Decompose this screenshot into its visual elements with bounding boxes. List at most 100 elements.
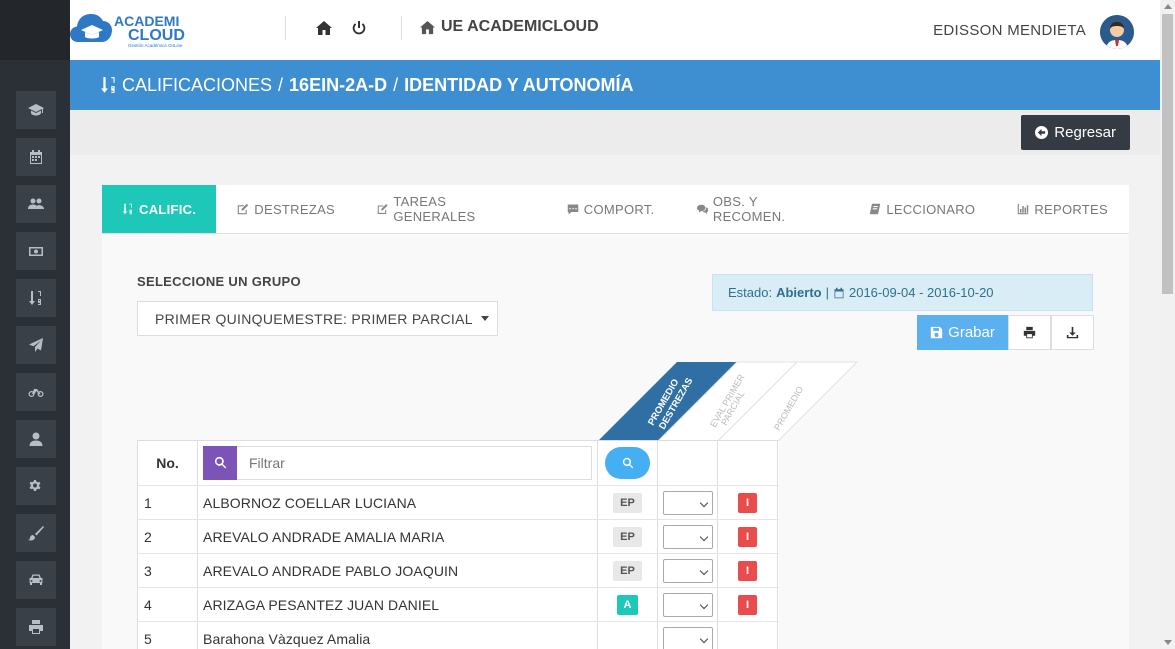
status-date-range: 2016-09-04 - 2016-10-20 bbox=[848, 285, 994, 300]
comments-icon bbox=[696, 204, 708, 214]
status-label: Estado: bbox=[728, 285, 773, 300]
table-row: 2 AREVALO ANDRADE AMALIA MARIA EP I bbox=[137, 520, 779, 554]
scroll-down-arrow-icon[interactable] bbox=[1164, 640, 1172, 645]
eval-cell bbox=[658, 520, 718, 553]
tab-label: TAREAS GENERALES bbox=[393, 194, 476, 224]
back-button[interactable]: Regresar bbox=[1021, 115, 1130, 150]
money-icon bbox=[29, 247, 43, 256]
download-icon bbox=[1066, 326, 1079, 339]
user-name[interactable]: EDISSON MENDIETA bbox=[933, 22, 1086, 39]
eval-cell bbox=[658, 622, 718, 649]
column-headers-diagonal: PROMEDIO DESTREZAS EVAL PRIMER PARCIAL P… bbox=[597, 361, 859, 442]
group-label: SELECCIONE UN GRUPO bbox=[137, 274, 301, 289]
floppy-disk-icon bbox=[930, 326, 943, 339]
table-row: 5 Barahona Vàzquez Amalia bbox=[137, 622, 779, 649]
action-bar: Regresar bbox=[70, 110, 1160, 155]
student-number: 1 bbox=[137, 486, 198, 519]
sidebar-item-calendar[interactable] bbox=[16, 138, 56, 176]
sort-numeric-icon bbox=[122, 203, 132, 215]
skills-badge: EP bbox=[613, 560, 642, 581]
home-icon[interactable] bbox=[316, 20, 332, 36]
skills-average-cell: A bbox=[598, 588, 658, 621]
grades-table: No. 1 ALBORNOZ COELLAR LUCIANA EP bbox=[137, 440, 779, 649]
vertical-scrollbar[interactable] bbox=[1160, 0, 1175, 649]
filter-input[interactable] bbox=[237, 455, 577, 471]
arrow-circle-left-icon bbox=[1035, 126, 1049, 139]
bar-chart-icon bbox=[1018, 203, 1029, 215]
skills-badge: A bbox=[616, 594, 639, 615]
bicycle-icon bbox=[28, 389, 44, 397]
scrollbar-thumb[interactable] bbox=[1162, 14, 1173, 294]
header-cell-empty bbox=[718, 441, 778, 485]
tab-destrezas[interactable]: DESTREZAS bbox=[216, 185, 356, 233]
student-name: ALBORNOZ COELLAR LUCIANA bbox=[198, 486, 598, 519]
school-name: UE ACADEMICLOUD bbox=[420, 18, 599, 36]
status-value: Abierto bbox=[776, 285, 822, 300]
tab-leccionaro[interactable]: LECCIONARO bbox=[848, 185, 996, 233]
paint-brush-icon bbox=[28, 526, 44, 541]
print-icon bbox=[29, 620, 43, 634]
tab-calific[interactable]: CALIFIC. bbox=[102, 185, 217, 233]
sidebar-item-payments[interactable] bbox=[16, 232, 56, 270]
sidebar-item-grades[interactable] bbox=[16, 279, 56, 317]
eval-select[interactable] bbox=[662, 592, 713, 617]
student-name: ARIZAGA PESANTEZ JUAN DANIEL bbox=[198, 588, 598, 621]
sidebar-item-users[interactable] bbox=[16, 185, 56, 223]
grades-card: CALIFIC. DESTREZAS TAREAS GENERALES COMP… bbox=[102, 185, 1129, 649]
sidebar-item-graduation[interactable] bbox=[16, 91, 56, 129]
student-number: 5 bbox=[137, 622, 198, 649]
column-header-no: No. bbox=[137, 441, 198, 485]
sidebar-item-print[interactable] bbox=[16, 608, 56, 646]
print-icon bbox=[1023, 326, 1036, 339]
print-button[interactable] bbox=[1008, 315, 1051, 350]
tab-comport[interactable]: COMPORT. bbox=[546, 185, 676, 233]
table-row: 3 AREVALO ANDRADE PABLO JOAQUIN EP I bbox=[137, 554, 779, 588]
eval-select[interactable] bbox=[662, 558, 713, 583]
average-cell: I bbox=[718, 554, 778, 587]
academicloud-logo[interactable]: ACADEMI CLOUD Gestión Académica OnLine bbox=[70, 6, 195, 54]
header-cell-empty bbox=[658, 441, 718, 485]
eval-select[interactable] bbox=[662, 524, 713, 549]
eval-select[interactable] bbox=[662, 490, 713, 515]
average-cell: I bbox=[718, 588, 778, 621]
sidebar bbox=[0, 0, 70, 649]
average-cell: I bbox=[718, 486, 778, 519]
power-icon[interactable] bbox=[351, 20, 367, 36]
group-select-value: PRIMER QUINQUEMESTRE: PRIMER PARCIAL bbox=[155, 310, 473, 327]
eval-select[interactable] bbox=[662, 626, 713, 649]
tab-reportes[interactable]: REPORTES bbox=[996, 185, 1129, 233]
student-name: AREVALO ANDRADE PABLO JOAQUIN bbox=[198, 554, 598, 587]
sidebar-item-vehicles[interactable] bbox=[16, 561, 56, 599]
page-title: CALIFICACIONES / 16EIN-2A-D / IDENTIDAD … bbox=[70, 60, 1160, 110]
group-select[interactable]: PRIMER QUINQUEMESTRE: PRIMER PARCIAL bbox=[137, 301, 498, 336]
calendar-icon bbox=[834, 287, 844, 298]
tab-tareas-generales[interactable]: TAREAS GENERALES bbox=[356, 185, 546, 233]
average-badge: I bbox=[737, 526, 758, 547]
school-name-text: UE ACADEMICLOUD bbox=[441, 18, 599, 35]
user-avatar[interactable] bbox=[1100, 15, 1134, 49]
graduation-cap-icon bbox=[28, 104, 44, 116]
save-button[interactable]: Grabar bbox=[917, 315, 1008, 350]
cogs-icon bbox=[29, 480, 41, 491]
paper-plane-icon bbox=[29, 338, 43, 352]
tab-label: COMPORT. bbox=[583, 201, 655, 217]
sidebar-item-settings[interactable] bbox=[16, 467, 56, 505]
student-number: 4 bbox=[137, 588, 198, 621]
sidebar-item-design[interactable] bbox=[16, 514, 56, 552]
search-icon bbox=[622, 457, 633, 469]
download-button[interactable] bbox=[1051, 315, 1094, 350]
student-name: Barahona Vàzquez Amalia bbox=[198, 622, 598, 649]
column-search-button[interactable] bbox=[605, 447, 650, 479]
filter-search-button[interactable] bbox=[203, 445, 237, 480]
average-cell: I bbox=[718, 520, 778, 553]
sort-numeric-icon bbox=[29, 291, 41, 305]
sidebar-item-transport[interactable] bbox=[16, 373, 56, 411]
student-number: 3 bbox=[137, 554, 198, 587]
sidebar-item-messages[interactable] bbox=[16, 326, 56, 364]
car-icon bbox=[29, 574, 43, 585]
scroll-up-arrow-icon[interactable] bbox=[1164, 4, 1172, 9]
eval-cell bbox=[658, 554, 718, 587]
skills-badge: EP bbox=[613, 492, 642, 513]
sidebar-item-profile[interactable] bbox=[16, 420, 56, 458]
tab-obs-recomen[interactable]: OBS. Y RECOMEN. bbox=[676, 185, 849, 233]
